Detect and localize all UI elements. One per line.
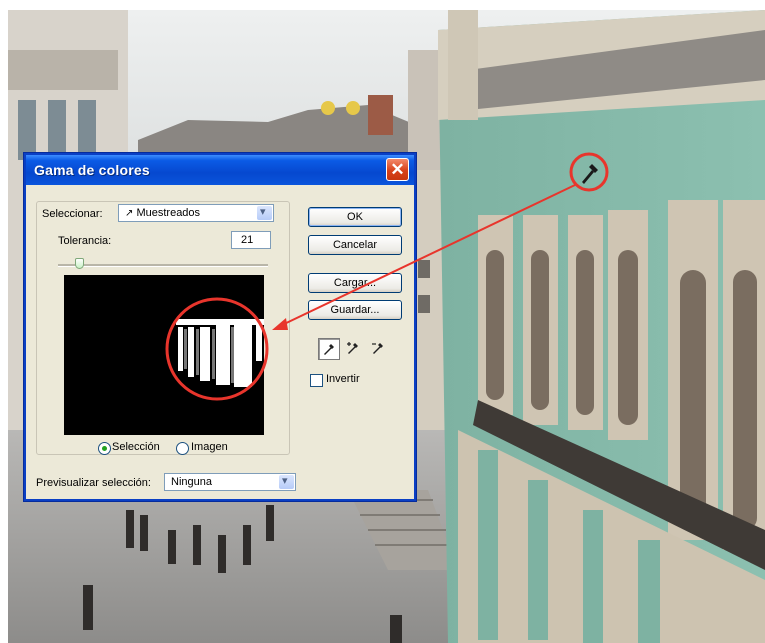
preview-dropdown[interactable]: Ninguna <box>164 473 296 491</box>
radio-selection[interactable] <box>98 442 111 455</box>
radio-image[interactable] <box>176 442 189 455</box>
radio-image-label: Imagen <box>191 441 228 453</box>
color-range-dialog: Gama de colores ✕ Seleccionar: ↗ Muestre… <box>24 153 416 501</box>
preview-value: Ninguna <box>171 476 212 488</box>
dialog-title: Gama de colores <box>34 162 150 178</box>
select-value-wrap: ↗ Muestreados <box>125 207 200 219</box>
tolerance-value: 21 <box>241 234 254 246</box>
dialog-title-bar[interactable]: Gama de colores ✕ <box>26 155 414 185</box>
eyedropper-small-icon: ↗ <box>125 208 134 219</box>
select-label: Seleccionar: <box>42 208 103 220</box>
eyedropper-plus-icon[interactable] <box>343 338 365 360</box>
eyedropper-minus-icon[interactable] <box>368 338 390 360</box>
tolerance-slider[interactable] <box>58 264 268 267</box>
chevron-down-icon <box>279 474 294 489</box>
invert-label: Invertir <box>326 373 360 385</box>
tolerance-slider-thumb[interactable] <box>74 258 84 269</box>
preview-select-label: Previsualizar selección: <box>36 477 151 489</box>
invert-checkbox[interactable] <box>310 374 323 387</box>
chevron-down-icon <box>257 205 272 220</box>
save-button[interactable]: Guardar... <box>308 300 402 320</box>
radio-selection-label: Selección <box>112 441 160 453</box>
selection-preview[interactable] <box>64 275 264 435</box>
select-value: Muestreados <box>136 207 201 219</box>
eyedropper-icon[interactable] <box>318 338 340 360</box>
load-button[interactable]: Cargar... <box>308 273 402 293</box>
ok-button[interactable]: OK <box>308 207 402 227</box>
close-icon: ✕ <box>390 160 405 179</box>
cancel-button[interactable]: Cancelar <box>308 235 402 255</box>
tolerance-label: Tolerancia: <box>58 235 112 247</box>
close-button[interactable]: ✕ <box>386 158 409 181</box>
select-dropdown[interactable]: ↗ Muestreados <box>118 204 274 222</box>
tolerance-input[interactable]: 21 <box>231 231 271 249</box>
